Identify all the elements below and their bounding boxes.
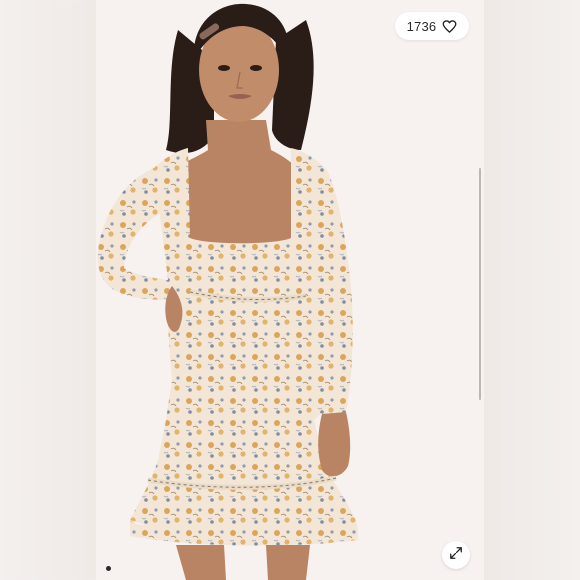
product-photo[interactable] xyxy=(96,0,484,580)
like-count: 1736 xyxy=(406,18,437,34)
expand-fullscreen-button[interactable] xyxy=(442,541,470,569)
scrollbar-thumb[interactable] xyxy=(479,168,481,400)
product-photo-viewer: 1736 xyxy=(0,0,580,580)
blurred-backdrop-left xyxy=(0,0,96,580)
blurred-backdrop-right xyxy=(484,0,580,580)
carousel-dot-active[interactable] xyxy=(106,566,111,571)
like-button[interactable]: 1736 xyxy=(395,12,469,40)
expand-arrows-icon xyxy=(449,546,463,565)
heart-outline-icon xyxy=(442,19,457,34)
